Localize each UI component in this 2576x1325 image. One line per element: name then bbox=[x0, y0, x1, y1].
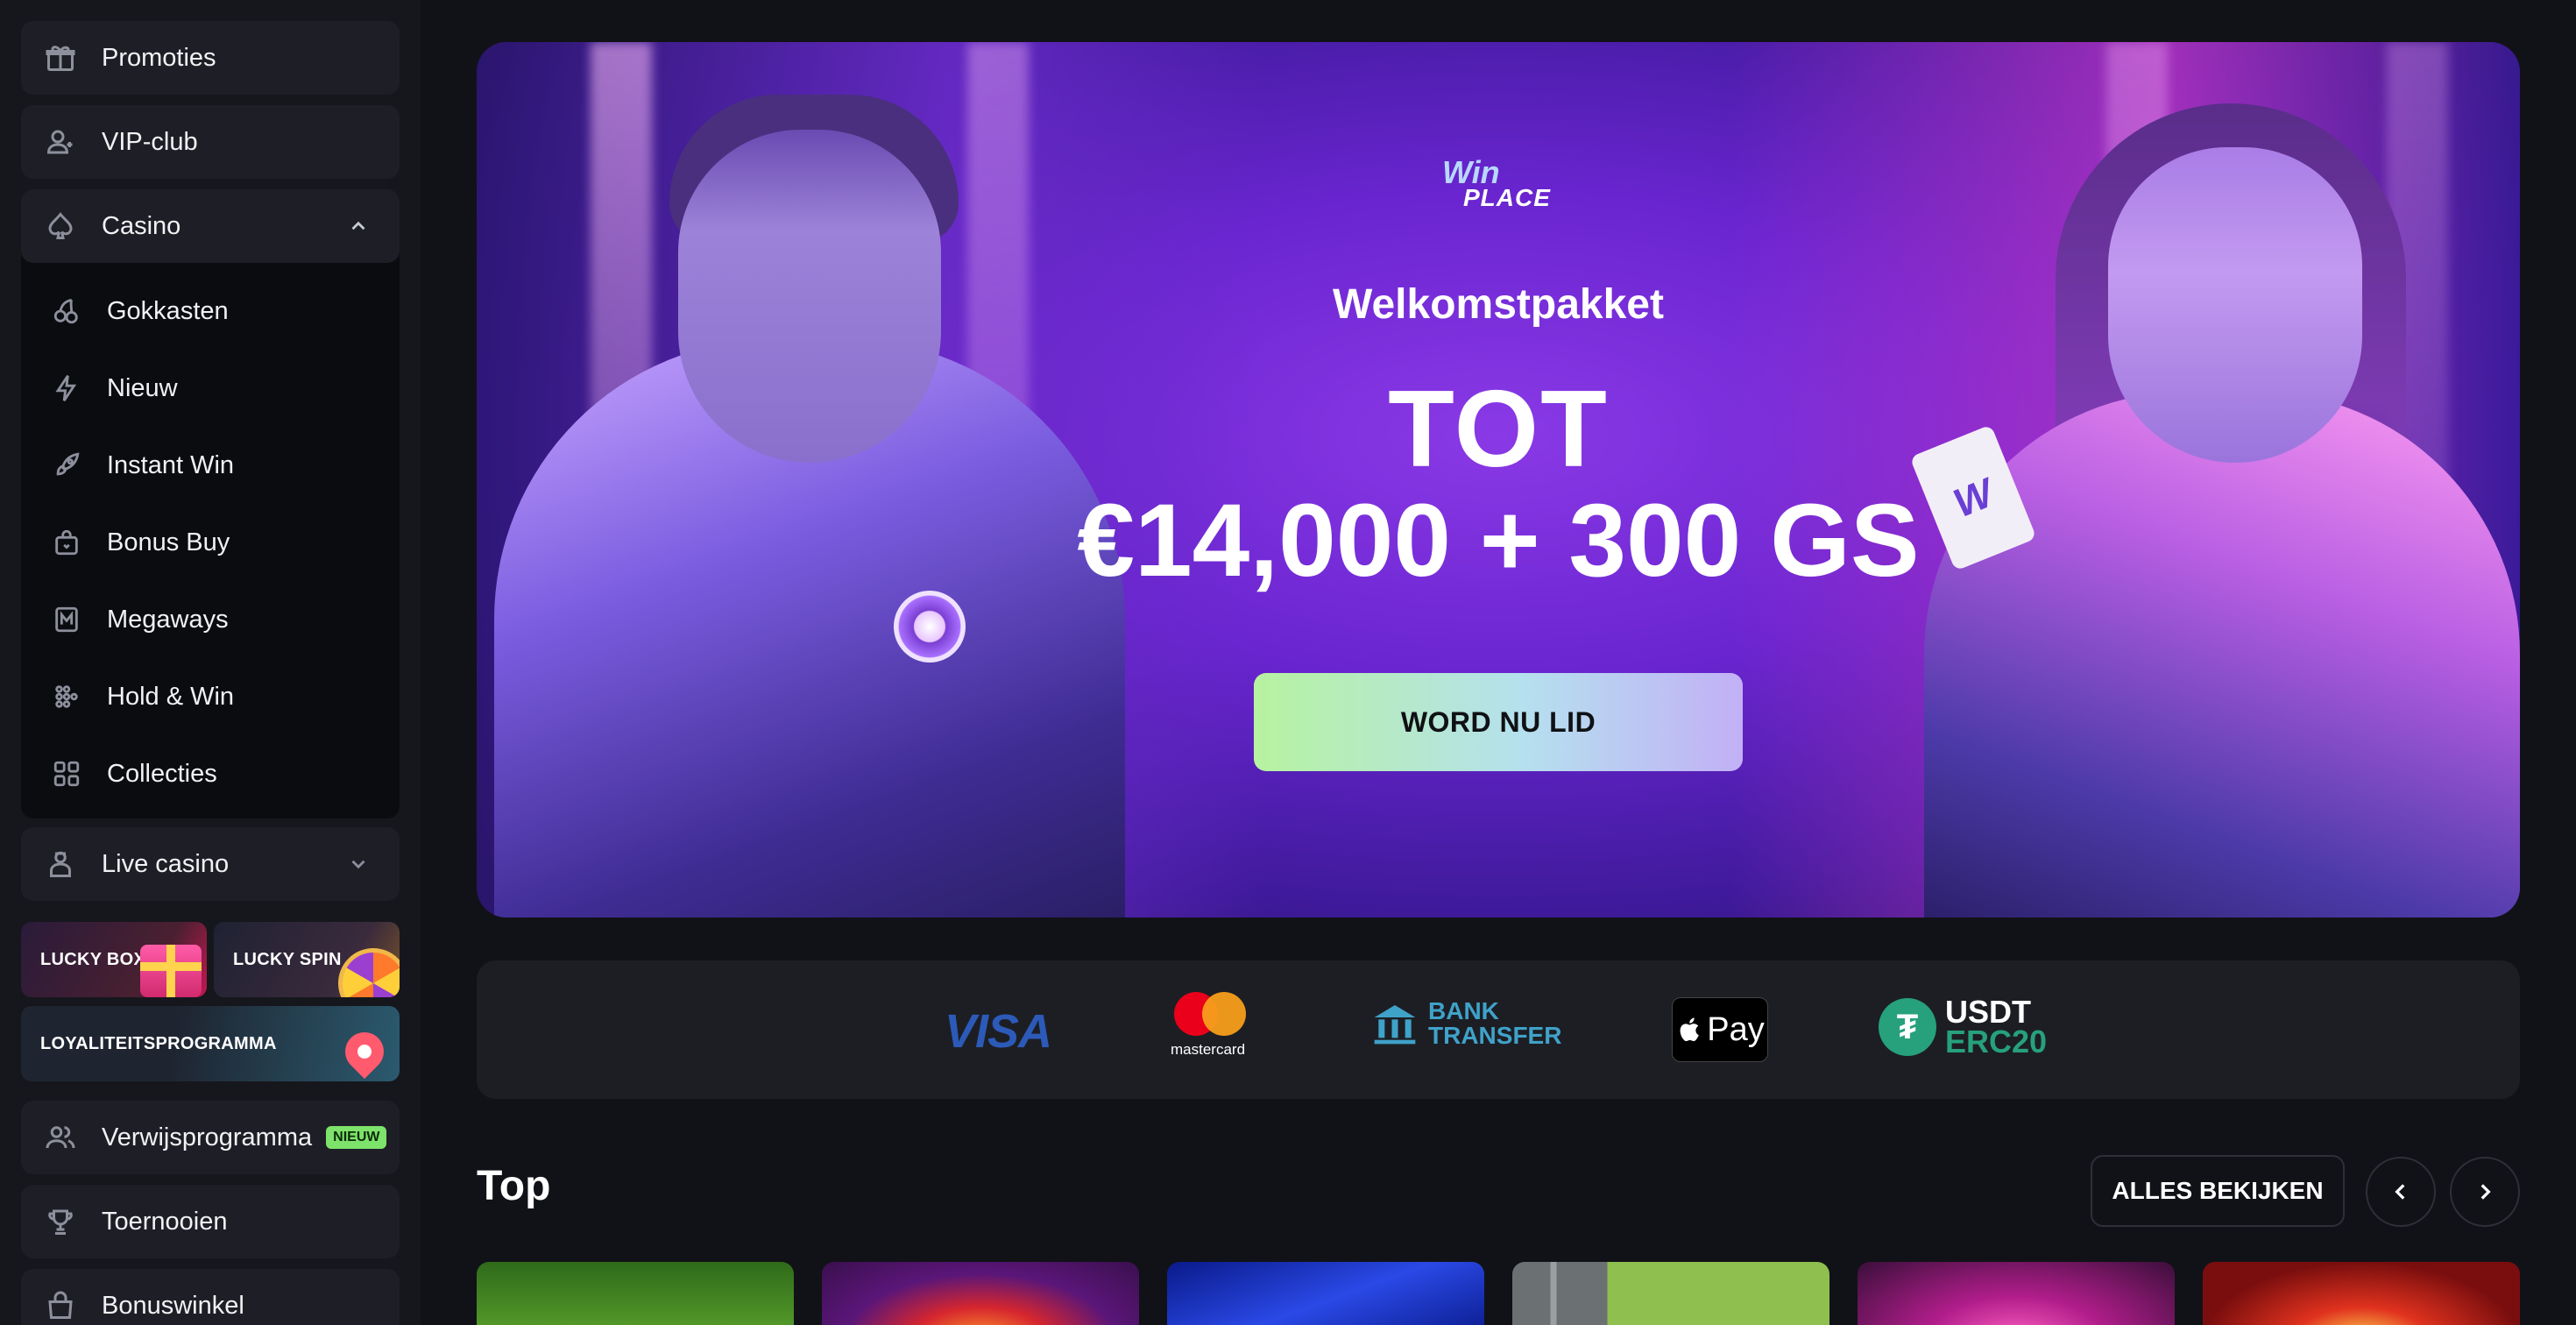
carousel-next-button[interactable] bbox=[2450, 1157, 2520, 1227]
cherries-icon bbox=[51, 295, 82, 327]
wheel-icon bbox=[338, 948, 400, 997]
game-tile[interactable] bbox=[1167, 1262, 1484, 1325]
sidebar-item-hold-win[interactable]: Hold & Win bbox=[21, 662, 400, 732]
map-pin-icon bbox=[336, 1024, 393, 1081]
sidebar-item-nieuw[interactable]: Nieuw bbox=[21, 353, 400, 423]
rocket-icon bbox=[51, 450, 82, 481]
section-title-top: Top bbox=[477, 1163, 551, 1209]
mastercard-logo: mastercard bbox=[1171, 992, 1258, 1062]
spade-icon bbox=[44, 209, 77, 243]
new-badge: NIEUW bbox=[326, 1126, 387, 1149]
payment-methods-bar: VISA mastercard BANK TRANSFER Pay ₮ USDT… bbox=[477, 960, 2520, 1099]
sidebar-item-vip-club[interactable]: VIP-club bbox=[21, 105, 400, 179]
sidebar-item-live-casino[interactable]: Live casino bbox=[21, 827, 400, 901]
casino-submenu: Casino Gokkasten Nieuw Instant Win Bonus… bbox=[21, 189, 400, 818]
chevron-left-icon bbox=[2395, 1184, 2405, 1200]
sidebar-item-label: Verwijsprogramma bbox=[102, 1123, 313, 1151]
gift-bag-icon bbox=[51, 527, 82, 558]
sidebar-item-label: Collecties bbox=[107, 759, 217, 788]
visa-logo: VISA bbox=[945, 1005, 1052, 1058]
bank-icon bbox=[1374, 1005, 1416, 1045]
game-tile[interactable] bbox=[822, 1262, 1139, 1325]
lucky-spin-label: LUCKY SPIN bbox=[233, 950, 342, 969]
sidebar-item-label: Promoties bbox=[102, 43, 216, 72]
game-tile[interactable] bbox=[2203, 1262, 2520, 1325]
sidebar-item-toernooien[interactable]: Toernooien bbox=[21, 1185, 400, 1258]
lucky-spin-tile[interactable]: LUCKY SPIN bbox=[214, 922, 400, 997]
bank-transfer-logo: BANK TRANSFER bbox=[1370, 999, 1561, 1048]
chevron-up-icon[interactable] bbox=[347, 215, 370, 237]
gift-box-icon bbox=[140, 945, 202, 997]
hero-subtitle: Welkomstpakket bbox=[1333, 281, 1664, 328]
sidebar-item-bonuswinkel[interactable]: Bonuswinkel bbox=[21, 1269, 400, 1325]
hero-banner: W Win PLACE Welkomstpakket TOT €14,000 +… bbox=[477, 42, 2520, 918]
sidebar-item-label: Hold & Win bbox=[107, 682, 235, 711]
users-icon bbox=[44, 1121, 77, 1154]
lucky-box-tile[interactable]: LUCKY BOX bbox=[21, 922, 207, 997]
loyalty-label: LOYALITEITSPROGRAMMA bbox=[40, 1034, 277, 1053]
sidebar-item-label: Toernooien bbox=[102, 1207, 228, 1236]
hero-headline-amount: €14,000 + 300 GS bbox=[1077, 483, 1920, 599]
dealer-icon bbox=[44, 847, 77, 881]
user-icon bbox=[44, 125, 77, 159]
sidebar-item-bonus-buy[interactable]: Bonus Buy bbox=[21, 507, 400, 577]
sidebar-item-label: Bonus Buy bbox=[107, 528, 230, 556]
sidebar-item-instant-win[interactable]: Instant Win bbox=[21, 430, 400, 500]
tether-icon: ₮ bbox=[1879, 998, 1936, 1056]
chevron-right-icon bbox=[2480, 1184, 2491, 1200]
sidebar-item-gokkasten[interactable]: Gokkasten bbox=[21, 276, 400, 346]
casino-chip bbox=[894, 591, 966, 662]
sidebar-item-promoties[interactable]: Promoties bbox=[21, 21, 400, 95]
carousel-prev-button[interactable] bbox=[2366, 1157, 2436, 1227]
game-tile[interactable] bbox=[1858, 1262, 2175, 1325]
sidebar-item-collecties[interactable]: Collecties bbox=[21, 739, 400, 809]
sidebar-item-label: Instant Win bbox=[107, 450, 235, 479]
megaways-icon bbox=[51, 604, 82, 635]
sidebar: Promoties VIP-club Casino Gokkasten Nieu… bbox=[0, 0, 421, 1325]
chevron-down-icon[interactable] bbox=[347, 853, 370, 875]
usdt-erc20-logo: ₮ USDT ERC20 bbox=[1879, 996, 2047, 1058]
winplace-logo: Win PLACE bbox=[1442, 154, 1551, 211]
dots-grid-icon bbox=[51, 681, 82, 712]
sidebar-item-label: Casino bbox=[102, 211, 181, 240]
sidebar-item-label: VIP-club bbox=[102, 127, 198, 156]
hero-headline-line1: TOT bbox=[1388, 369, 1609, 490]
lightning-icon bbox=[51, 372, 82, 404]
sidebar-item-label: Nieuw bbox=[107, 373, 178, 402]
view-all-button[interactable]: ALLES BEKIJKEN bbox=[2091, 1155, 2345, 1227]
shop-icon bbox=[44, 1289, 77, 1322]
trophy-icon bbox=[44, 1205, 77, 1238]
join-now-button[interactable]: WORD NU LID bbox=[1254, 673, 1743, 771]
loyalty-program-tile[interactable]: LOYALITEITSPROGRAMMA bbox=[21, 1006, 400, 1081]
sidebar-item-label: Live casino bbox=[102, 849, 230, 878]
game-tile[interactable] bbox=[477, 1262, 794, 1325]
gift-icon bbox=[44, 41, 77, 74]
lucky-box-label: LUCKY BOX bbox=[40, 950, 146, 969]
game-tile[interactable] bbox=[1512, 1262, 1829, 1325]
sidebar-item-megaways[interactable]: Megaways bbox=[21, 585, 400, 655]
grid-icon bbox=[51, 758, 82, 790]
apple-pay-logo: Pay bbox=[1672, 997, 1768, 1062]
sidebar-item-verwijsprogramma[interactable]: Verwijsprogramma NIEUW bbox=[21, 1101, 400, 1174]
sidebar-item-casino[interactable]: Casino bbox=[21, 189, 400, 263]
sidebar-item-label: Bonuswinkel bbox=[102, 1291, 244, 1320]
sidebar-item-label: Megaways bbox=[107, 605, 229, 634]
apple-icon bbox=[1680, 1017, 1700, 1042]
sidebar-item-label: Gokkasten bbox=[107, 296, 229, 325]
